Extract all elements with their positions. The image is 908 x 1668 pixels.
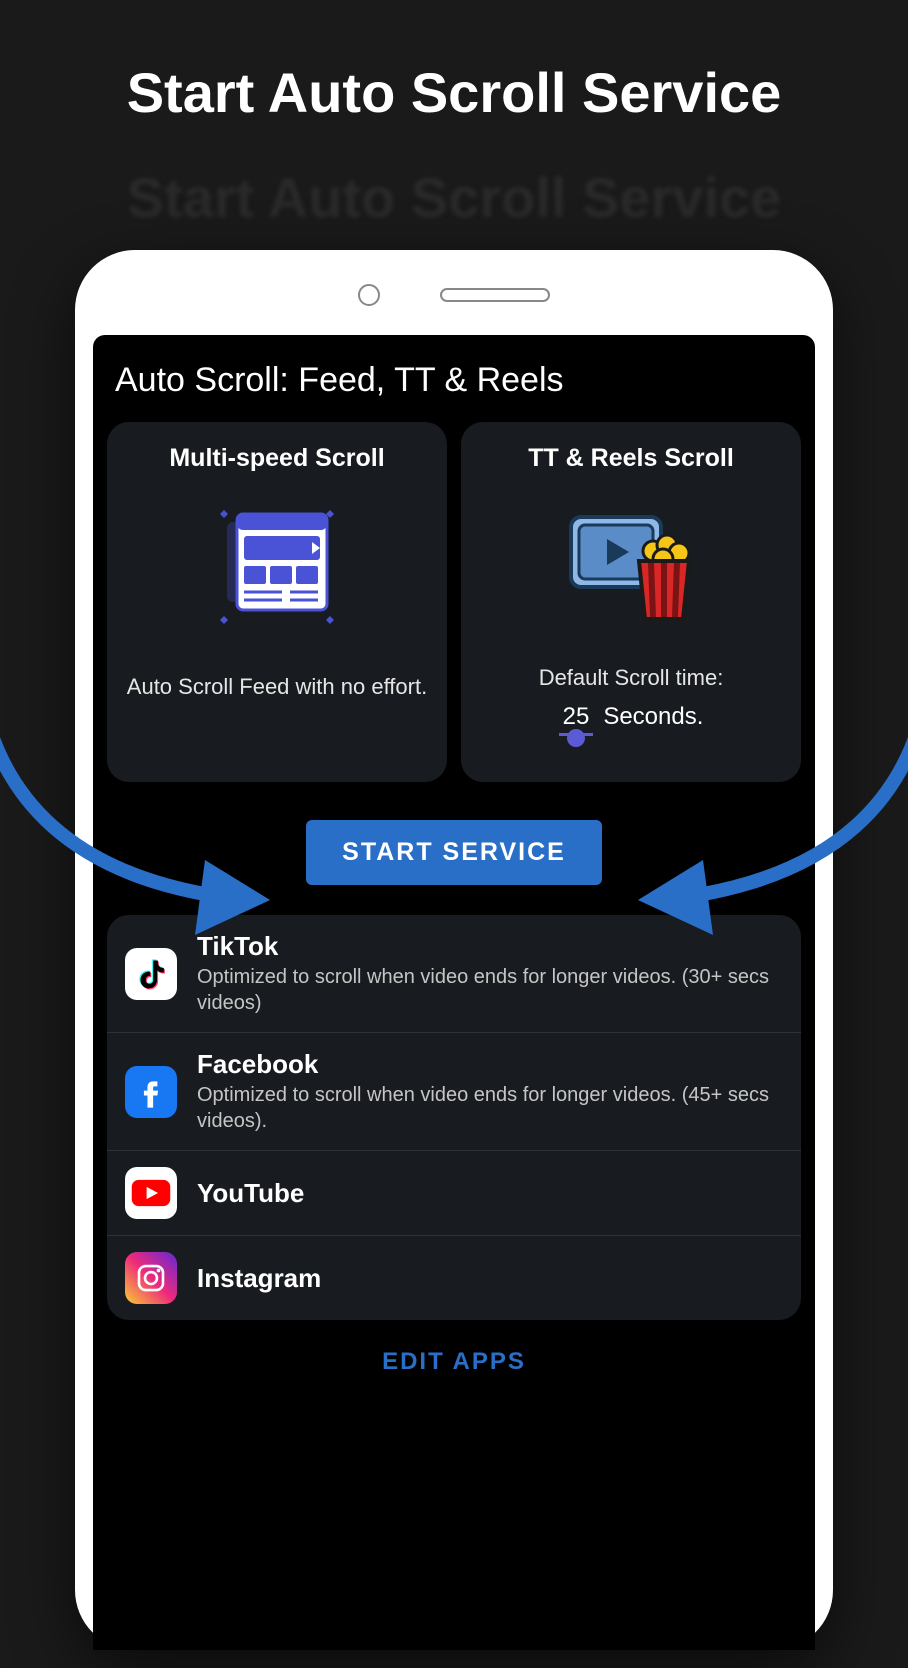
app-desc: Optimized to scroll when video ends for … bbox=[197, 964, 783, 1016]
app-name: Facebook bbox=[197, 1049, 783, 1080]
video-popcorn-icon bbox=[561, 497, 701, 637]
promo-title-shadow: Start Auto Scroll Service bbox=[0, 165, 908, 230]
app-name: YouTube bbox=[197, 1178, 783, 1209]
youtube-icon bbox=[125, 1167, 177, 1219]
app-title: Auto Scroll: Feed, TT & Reels bbox=[107, 355, 801, 422]
app-row-youtube[interactable]: YouTube bbox=[107, 1151, 801, 1236]
card-reels-title: TT & Reels Scroll bbox=[528, 444, 734, 473]
edit-apps-link[interactable]: EDIT APPS bbox=[107, 1348, 801, 1376]
tiktok-icon bbox=[125, 948, 177, 1000]
app-name: Instagram bbox=[197, 1263, 783, 1294]
camera-icon bbox=[358, 284, 380, 306]
scroll-time-label: Default Scroll time: bbox=[539, 665, 724, 691]
app-row-tiktok[interactable]: TikTok Optimized to scroll when video en… bbox=[107, 915, 801, 1033]
app-row-facebook[interactable]: Facebook Optimized to scroll when video … bbox=[107, 1033, 801, 1151]
card-multi-title: Multi-speed Scroll bbox=[169, 444, 384, 473]
card-multi-desc: Auto Scroll Feed with no effort. bbox=[127, 673, 427, 702]
phone-screen: Auto Scroll: Feed, TT & Reels Multi-spee… bbox=[93, 335, 815, 1650]
phone-frame: Auto Scroll: Feed, TT & Reels Multi-spee… bbox=[75, 250, 833, 1650]
promo-title: Start Auto Scroll Service bbox=[0, 60, 908, 125]
phone-notch bbox=[75, 250, 833, 310]
instagram-icon bbox=[125, 1252, 177, 1304]
scroll-time-unit: Seconds. bbox=[603, 703, 703, 731]
start-service-button[interactable]: START SERVICE bbox=[306, 820, 602, 885]
webpages-icon bbox=[212, 497, 342, 637]
app-name: TikTok bbox=[197, 931, 783, 962]
card-reels[interactable]: TT & Reels Scroll bbox=[461, 422, 801, 782]
facebook-icon bbox=[125, 1066, 177, 1118]
card-multi-speed[interactable]: Multi-speed Scroll bbox=[107, 422, 447, 782]
app-row-instagram[interactable]: Instagram bbox=[107, 1236, 801, 1320]
scroll-time-input[interactable]: 25 bbox=[559, 703, 594, 736]
speaker-icon bbox=[440, 288, 550, 302]
app-desc: Optimized to scroll when video ends for … bbox=[197, 1082, 783, 1134]
apps-panel: TikTok Optimized to scroll when video en… bbox=[107, 915, 801, 1320]
